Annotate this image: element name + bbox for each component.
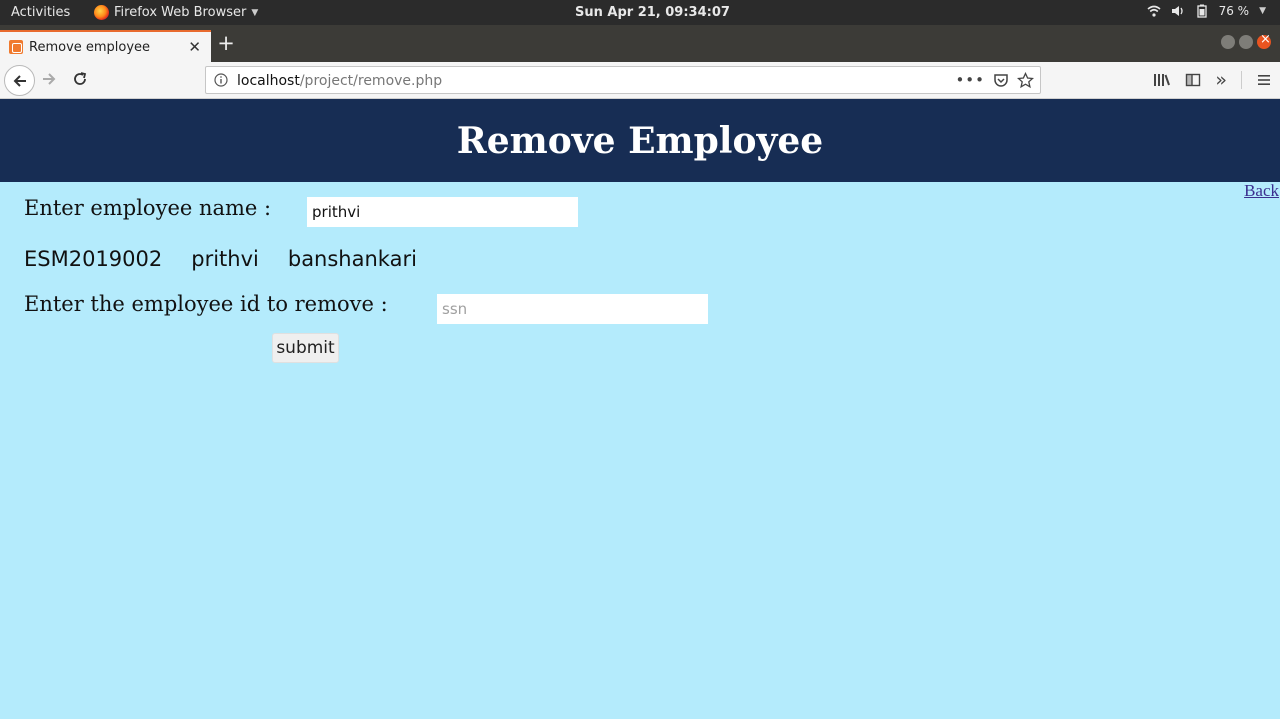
employee-name-label: Enter employee name : [24,196,272,220]
tab-strip: Remove employee ✕ + [0,25,1280,62]
remove-id-label: Enter the employee id to remove : [24,292,388,316]
url-host: localhost [237,73,300,89]
bookmark-star-icon[interactable] [1017,71,1034,89]
employee-address: banshankari [287,247,417,271]
url-path: /project/remove.php [299,73,443,89]
sidebar-icon[interactable] [1185,72,1201,88]
page-actions-icon[interactable]: ••• [955,71,985,89]
tab-title: Remove employee [29,39,151,55]
close-tab-icon[interactable]: ✕ [188,38,201,56]
page-title: Remove Employee [456,119,824,162]
toolbar-separator [1241,71,1242,89]
employee-name: prithvi [191,247,259,271]
chevron-down-icon: ▼ [251,7,259,18]
navigation-toolbar: localhost/project/remove.php ••• » [0,62,1280,99]
battery-icon [1196,4,1207,18]
url-bar[interactable]: localhost/project/remove.php ••• [205,66,1041,94]
system-tray[interactable]: 76 % ▼ [1147,4,1266,18]
volume-icon [1171,6,1183,16]
clock[interactable]: Sun Apr 21, 09:34:07 [575,5,730,20]
new-tab-button[interactable]: + [215,33,237,54]
reload-icon [74,72,87,85]
library-icon[interactable] [1153,72,1171,88]
wifi-icon [1147,5,1161,17]
reload-button[interactable] [70,69,90,89]
firefox-icon [94,5,109,20]
back-button[interactable] [4,65,35,96]
site-info-icon[interactable] [214,73,228,87]
employee-name-input[interactable] [307,197,578,227]
xampp-favicon-icon [9,40,23,54]
employee-id: ESM2019002 [24,247,163,271]
chevron-down-icon: ▼ [1259,6,1266,16]
search-result-row: ESM2019002 prithvi banshankari [24,247,417,271]
battery-level: 76 % [1218,4,1250,18]
app-menu-label: Firefox Web Browser [114,5,247,20]
page-header: Remove Employee [0,99,1280,182]
overflow-menu-icon[interactable]: » [1215,71,1227,90]
activities-button[interactable]: Activities [11,5,70,20]
back-link[interactable]: Back [1244,181,1279,201]
url-text: localhost/project/remove.php [237,73,442,89]
arrow-left-icon [13,74,26,87]
arrow-right-icon [43,73,56,85]
close-window-button[interactable] [1257,32,1271,49]
minimize-button[interactable] [1221,35,1235,49]
submit-button[interactable]: submit [272,333,339,363]
tab-remove-employee[interactable]: Remove employee ✕ [0,30,211,62]
employee-id-input[interactable] [437,294,708,324]
hamburger-menu-icon[interactable] [1256,72,1272,88]
app-menu[interactable]: Firefox Web Browser ▼ [94,5,258,20]
maximize-button[interactable] [1239,35,1253,49]
window-controls [1221,32,1271,49]
system-top-bar: Activities Firefox Web Browser ▼ Sun Apr… [0,0,1280,25]
forward-button[interactable] [39,69,59,89]
pocket-icon[interactable] [993,72,1009,88]
